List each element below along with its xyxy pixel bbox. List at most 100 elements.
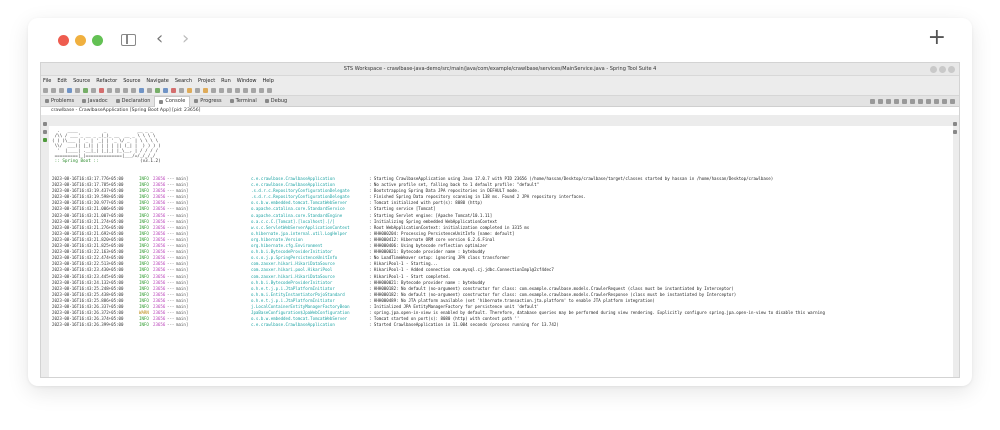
menu-bar: File Edit Source Refactor Source Navigate Sear…: [41, 76, 959, 86]
ide-titlebar: STS Workspace - crawlbase-java-demo/src/…: [41, 63, 959, 76]
boot-dashboard-view-icon[interactable]: [43, 138, 47, 142]
ide-maximize-icon[interactable]: [939, 66, 946, 73]
tab-label: Debug: [270, 97, 288, 104]
suspend-icon[interactable]: [91, 88, 96, 93]
relaunch-icon[interactable]: [147, 88, 152, 93]
problems-icon: [45, 99, 49, 103]
pin-console-icon[interactable]: [910, 99, 915, 104]
disconnect-icon[interactable]: [107, 88, 112, 93]
debug-icon: [264, 99, 269, 103]
ide-minimize-icon[interactable]: [930, 66, 937, 73]
spring-banner: . ____ _ __ _ _ /\\ / ___'_ __ _ _(_)_ _…: [52, 129, 161, 164]
menu-item[interactable]: Edit: [57, 78, 67, 84]
window-title: STS Workspace - crawlbase-java-demo/src/…: [343, 66, 657, 72]
annotation-next-icon[interactable]: [227, 88, 232, 93]
log-timestamp: 2023-08-16T16:43:26.399+05:00: [52, 322, 124, 328]
resume-icon[interactable]: [83, 88, 88, 93]
log-message: : Started CrawlbaseApplication in 11.004…: [369, 322, 559, 328]
console-output[interactable]: . ____ _ __ _ _ /\\ / ___'_ __ _ _(_)_ _…: [49, 126, 953, 377]
open-type-icon[interactable]: [211, 88, 216, 93]
tab-label: Javadoc: [88, 97, 108, 104]
new-java-project-icon[interactable]: [187, 88, 192, 93]
back-arrow-icon[interactable]: ‹: [156, 29, 163, 49]
tab-declaration[interactable]: Declaration: [112, 96, 155, 107]
tab-javadoc[interactable]: Javadoc: [78, 96, 112, 107]
outline-icon[interactable]: [953, 130, 957, 134]
clear-console-icon[interactable]: [886, 99, 891, 104]
restore-icon[interactable]: [43, 122, 47, 126]
sidebar-toggle-icon[interactable]: [121, 34, 136, 46]
search-tool-icon[interactable]: [219, 88, 224, 93]
tab-terminal[interactable]: Terminal: [226, 96, 261, 107]
debug-icon[interactable]: [67, 88, 72, 93]
forward-arrow-icon[interactable]: ›: [182, 29, 189, 49]
menu-item[interactable]: Navigate: [146, 78, 168, 84]
step-into-icon[interactable]: [115, 88, 120, 93]
menu-item[interactable]: Refactor: [96, 78, 117, 84]
spring-boot-version: (v3.1.2): [139, 159, 161, 164]
scroll-lock-icon[interactable]: [894, 99, 899, 104]
tab-label: Progress: [200, 97, 222, 104]
tab-problems[interactable]: Problems: [41, 96, 78, 107]
menu-item[interactable]: File: [43, 78, 51, 84]
boot-dashboard-icon[interactable]: [139, 88, 144, 93]
log-separator: ---: [167, 322, 175, 328]
display-console-icon[interactable]: [918, 99, 923, 104]
left-trim-stack: [41, 118, 49, 377]
view-menu-icon[interactable]: [934, 99, 939, 104]
step-return-icon[interactable]: [131, 88, 136, 93]
run-icon[interactable]: [155, 88, 160, 93]
terminal-icon: [229, 99, 234, 103]
console-view-actions: [870, 99, 955, 104]
open-console-icon[interactable]: [926, 99, 931, 104]
new-class-icon[interactable]: [203, 88, 208, 93]
minimize-window-button[interactable]: [75, 35, 86, 46]
tab-console[interactable]: Console: [154, 95, 191, 107]
tab-label: Problems: [51, 97, 75, 104]
pin-editor-icon[interactable]: [267, 88, 272, 93]
word-wrap-icon[interactable]: [902, 99, 907, 104]
new-tab-plus-icon[interactable]: +: [928, 27, 946, 49]
spring-ascii-art: . ____ _ __ _ _ /\\ / ___'_ __ _ _(_)_ _…: [52, 129, 161, 159]
minimize-view-icon[interactable]: [942, 99, 947, 104]
declaration-icon: [115, 99, 120, 103]
ide-close-icon[interactable]: [948, 66, 955, 73]
stop-launch-icon[interactable]: [171, 88, 176, 93]
maximize-view-icon[interactable]: [950, 99, 955, 104]
menu-item[interactable]: Run: [221, 78, 231, 84]
terminate-icon[interactable]: [99, 88, 104, 93]
tab-progress[interactable]: Progress: [190, 96, 225, 107]
print-icon[interactable]: [59, 88, 64, 93]
new-file-icon[interactable]: [43, 88, 48, 93]
debug-launch-icon[interactable]: [163, 88, 168, 93]
new-package-icon[interactable]: [195, 88, 200, 93]
last-edit-icon[interactable]: [243, 88, 248, 93]
spring-boot-label: :: Spring Boot ::: [52, 159, 99, 164]
tab-label: Declaration: [121, 97, 151, 104]
console-header: crawlbase - CrawlbaseApplication [Spring…: [41, 107, 959, 115]
menu-item[interactable]: Project: [198, 78, 215, 84]
nav-back-icon[interactable]: [251, 88, 256, 93]
menu-item[interactable]: Search: [175, 78, 192, 84]
menu-item[interactable]: Help: [262, 78, 273, 84]
close-window-button[interactable]: [58, 35, 69, 46]
tab-label: Console: [165, 98, 186, 104]
menu-item[interactable]: Window: [237, 78, 257, 84]
external-tools-icon[interactable]: [179, 88, 184, 93]
terminate-console-icon[interactable]: [870, 99, 875, 104]
menu-item[interactable]: Source: [73, 78, 90, 84]
package-explorer-icon[interactable]: [43, 130, 47, 134]
browser-frame: ‹ › + STS Workspace - crawlbase-java-dem…: [28, 18, 972, 386]
nav-forward-icon[interactable]: [259, 88, 264, 93]
skip-icon[interactable]: [75, 88, 80, 93]
annotation-prev-icon[interactable]: [235, 88, 240, 93]
maximize-window-button[interactable]: [92, 35, 103, 46]
restore-right-icon[interactable]: [953, 122, 957, 126]
log-logger: c.e.crawlbase.CrawlbaseApplication: [251, 322, 335, 328]
menu-item[interactable]: Source: [123, 78, 140, 84]
step-over-icon[interactable]: [123, 88, 128, 93]
save-icon[interactable]: [51, 88, 56, 93]
tab-debug[interactable]: Debug: [261, 96, 291, 107]
remove-launch-icon[interactable]: [878, 99, 883, 104]
log-pid: 23656: [153, 322, 166, 328]
